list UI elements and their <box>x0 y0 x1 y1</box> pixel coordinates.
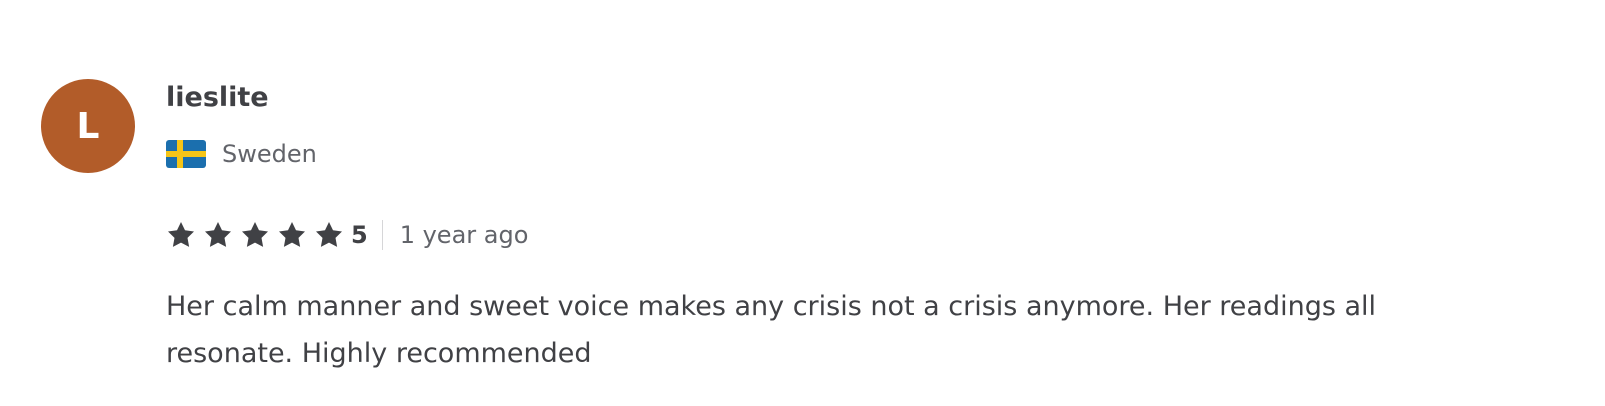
review-content: lieslite Sweden 5 1 year ago Her calm ma… <box>166 79 1545 377</box>
reviewer-country: Sweden <box>166 139 1545 169</box>
avatar[interactable]: L <box>41 79 135 173</box>
review-text: Her calm manner and sweet voice makes an… <box>166 291 1377 369</box>
reviewer-username[interactable]: lieslite <box>166 80 1545 116</box>
star-icon <box>316 222 342 247</box>
star-icon <box>168 222 194 247</box>
sweden-flag-icon <box>166 140 206 168</box>
country-name: Sweden <box>222 140 317 168</box>
divider <box>381 220 383 250</box>
star-icon <box>242 222 268 247</box>
rating-score: 5 <box>351 221 368 249</box>
review-time: 1 year ago <box>399 221 529 249</box>
avatar-initial: L <box>76 105 100 147</box>
star-rating <box>166 220 351 250</box>
star-icon <box>205 222 231 247</box>
rating-row: 5 1 year ago <box>166 217 1545 253</box>
star-icon <box>279 222 305 247</box>
